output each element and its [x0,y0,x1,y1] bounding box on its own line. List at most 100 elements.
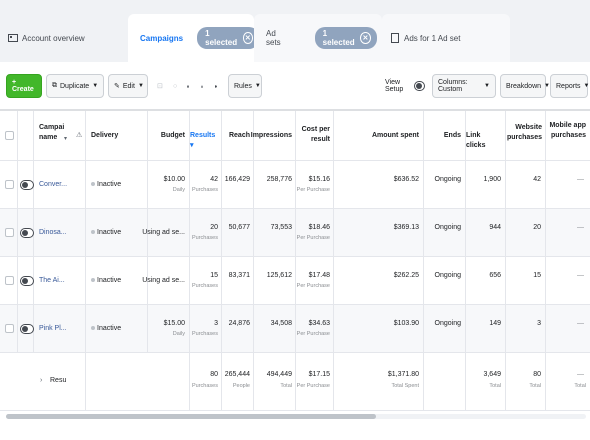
duplicate-button[interactable]: ⧉ Duplicate ▼ [46,74,104,98]
tab-ads[interactable]: Ads for 1 Ad set [382,14,510,62]
chevron-down-icon: ▼ [254,83,261,89]
header-cost-per-result[interactable]: Cost per result [296,125,330,145]
header-website-purchases[interactable]: Website purchases [506,123,542,143]
edit-button[interactable]: ✎ Edit ▼ [108,74,148,98]
circle-icon[interactable]: ○ [168,74,180,98]
reports-dropdown[interactable]: Reports ▼ [550,74,590,98]
row-toggle[interactable] [20,324,34,334]
totals-cost-sub: Per Purchase [296,383,330,389]
chevron-down-icon: ▼ [92,83,99,89]
row-toggle[interactable] [20,276,34,286]
campaign-name-link[interactable]: Pink Pl... [39,325,67,332]
chevron-down-icon: ▼ [484,83,490,89]
delivery-status: Inactive [91,325,121,332]
delivery-label: Inactive [97,325,122,332]
trash-icon[interactable] [182,74,194,98]
ends-value: Ongoing [434,224,461,231]
status-dot-icon [91,182,95,187]
rules-button[interactable]: Rules ▼ [228,74,262,98]
clicks-value: 944 [489,224,501,231]
website-purchases-value: 15 [533,272,541,279]
row-toggle[interactable] [20,180,34,190]
adsets-selected-pill[interactable]: 1 selected ✕ [314,27,377,49]
header-amount-spent[interactable]: Amount spent [372,131,419,141]
totals-mobile-sub: Total [574,383,586,389]
header-link-clicks[interactable]: Link clicks [466,131,501,151]
table-row[interactable]: Dinosa... Inactive Using ad se... 20 Purc… [0,209,590,257]
columns-label: Columns: Custom [438,79,468,93]
pencil-icon: ✎ [114,83,120,90]
clicks-value: 149 [489,320,501,327]
results-value: 3 [214,320,218,327]
tab-label: Ads for 1 Ad set [404,33,461,43]
campaign-name-link[interactable]: The Ai... [39,277,65,284]
table-row[interactable]: The Ai... Inactive Using ad se... 15 Purc… [0,257,590,305]
row-toggle[interactable] [20,228,34,238]
select-all-checkbox[interactable] [5,131,14,140]
sort-icon[interactable]: ▾ [64,135,67,142]
campaign-name-link[interactable]: Dinosa... [39,229,67,236]
header-results[interactable]: Results ▾ [190,131,218,151]
status-dot-icon [91,278,95,283]
rules-label: Rules [234,82,252,90]
mobile-purchases-value: — [577,320,584,327]
table-row[interactable]: Conver... Inactive $10.00 Daily 42 Purchas… [0,161,590,209]
view-setup-label: View Setup [385,79,404,93]
reach-value: 24,876 [228,320,250,327]
tab-campaigns[interactable]: Campaigns 1 selected ✕ [128,14,260,62]
ends-value: Ongoing [434,176,461,183]
totals-clicks-sub: Total [489,383,501,389]
duplicate-label: Duplicate [60,82,90,90]
totals-clicks: 3,649 [483,371,501,378]
header-impressions[interactable]: Impressions [251,131,292,141]
row-checkbox[interactable] [5,180,14,189]
results-value: 20 [210,224,218,231]
results-value: 42 [210,176,218,183]
totals-label: Resu [50,377,67,384]
tag-icon[interactable] [210,74,222,98]
table-row[interactable]: Pink Pl... Inactive $15.00 Daily 3 Purchas… [0,305,590,353]
campaign-name-link[interactable]: Conver... [39,181,67,188]
horizontal-scrollbar[interactable] [6,414,586,419]
budget-value: $10.00 [163,176,185,183]
breakdown-dropdown[interactable]: Breakdown ▼ [500,74,550,98]
row-checkbox[interactable] [5,276,14,285]
expand-chevron-icon[interactable]: › [40,377,42,384]
totals-amount: $1,371.80 [387,371,419,378]
lock-icon[interactable] [196,74,208,98]
delivery-label: Inactive [97,181,122,188]
budget-value: Using ad se... [142,277,185,284]
selected-count: 1 selected [322,29,355,47]
clear-selection-icon[interactable]: ✕ [360,32,371,44]
row-checkbox[interactable] [5,228,14,237]
view-setup-toggle[interactable]: View Setup [380,74,430,98]
tab-label: Campaigns [140,33,184,43]
results-sub: Purchases [192,331,218,337]
tab-ad-sets[interactable]: Ad sets 1 selected ✕ [254,14,382,62]
header-delivery[interactable]: Delivery [91,131,118,141]
amount-value: $636.52 [393,176,419,183]
breakdown-label: Breakdown [506,82,542,90]
totals-reach-sub: People [232,383,250,389]
clear-selection-icon[interactable]: ✕ [242,32,254,44]
totals-results: 80 [210,371,218,378]
clicks-value: 1,900 [483,176,501,183]
create-button[interactable]: + Create [6,74,42,98]
campaigns-selected-pill[interactable]: 1 selected ✕ [197,27,260,49]
chevron-down-icon: ▼ [583,83,590,89]
cost-value: $18.46 [308,224,330,231]
tab-account-overview[interactable]: Account overview [0,14,128,62]
header-ends[interactable]: Ends [444,131,461,141]
header-budget[interactable]: Budget [161,131,185,141]
columns-dropdown[interactable]: Columns: Custom ▼ [432,74,496,98]
header-reach[interactable]: Reach [229,131,250,141]
delivery-status: Inactive [91,277,121,284]
delivery-label: Inactive [97,277,122,284]
scrollbar-thumb[interactable] [6,414,376,419]
impressions-value: 258,776 [266,176,292,183]
toolbar: + Create ⧉ Duplicate ▼ ✎ Edit ▼ ⊡ ○ Rule… [0,62,590,110]
row-checkbox[interactable] [5,324,14,333]
header-mobile-app-purchases[interactable]: Mobile app purchases [546,121,586,141]
ab-test-icon[interactable]: ⊡ [152,74,166,98]
ends-value: Ongoing [434,320,461,327]
